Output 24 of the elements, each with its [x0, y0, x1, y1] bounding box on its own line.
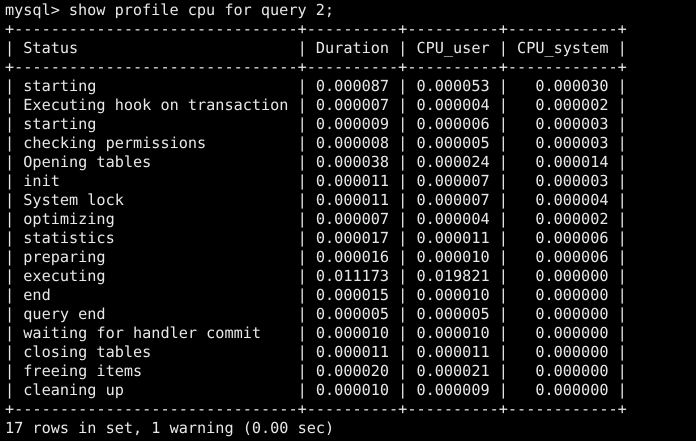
- output-line: | waiting for handler commit | 0.000010 | 0.000010 | 0.000000 |: [5, 324, 627, 343]
- output-line: | closing tables | 0.000011 | 0.000011 | 0.000000 |: [5, 343, 627, 362]
- output-line: | statistics | 0.000017 | 0.000011 | 0.000006 |: [5, 229, 627, 248]
- output-line: | optimizing | 0.000007 | 0.000004 | 0.000002 |: [5, 210, 627, 229]
- output-line: | Opening tables | 0.000038 | 0.000024 | 0.000014 |: [5, 153, 627, 172]
- output-line: +-------------------------------+----------+----------+------------+: [5, 400, 627, 419]
- output-line: | checking permissions | 0.000008 | 0.000005 | 0.000003 |: [5, 134, 627, 153]
- result-summary: 17 rows in set, 1 warning (0.00 sec): [5, 419, 334, 438]
- command-text: show profile cpu for query 2;: [68, 1, 334, 20]
- output-line: | end | 0.000015 | 0.000010 | 0.000000 |: [5, 286, 627, 305]
- output-line: | query end | 0.000005 | 0.000005 | 0.000000 |: [5, 305, 627, 324]
- output-line: | cleaning up | 0.000010 | 0.000009 | 0.000000 |: [5, 381, 627, 400]
- output-line: | executing | 0.011173 | 0.019821 | 0.000000 |: [5, 267, 627, 286]
- output-line: | Status | Duration | CPU_user | CPU_system |: [5, 39, 627, 58]
- output-line: | preparing | 0.000016 | 0.000010 | 0.000006 |: [5, 248, 627, 267]
- output-line: +-------------------------------+----------+----------+------------+: [5, 20, 627, 39]
- output-line: | System lock | 0.000011 | 0.000007 | 0.000004 |: [5, 191, 627, 210]
- terminal-prompt: mysql>: [5, 1, 60, 20]
- output-line: | init | 0.000011 | 0.000007 | 0.000003 |: [5, 172, 627, 191]
- output-line: | freeing items | 0.000020 | 0.000021 | 0.000000 |: [5, 362, 627, 381]
- output-line: | Executing hook on transaction | 0.000007 | 0.000004 | 0.000002 |: [5, 96, 627, 115]
- output-line: +-------------------------------+----------+----------+------------+: [5, 58, 627, 77]
- output-line: | starting | 0.000009 | 0.000006 | 0.000003 |: [5, 115, 627, 134]
- output-line: | starting | 0.000087 | 0.000053 | 0.000030 |: [5, 77, 627, 96]
